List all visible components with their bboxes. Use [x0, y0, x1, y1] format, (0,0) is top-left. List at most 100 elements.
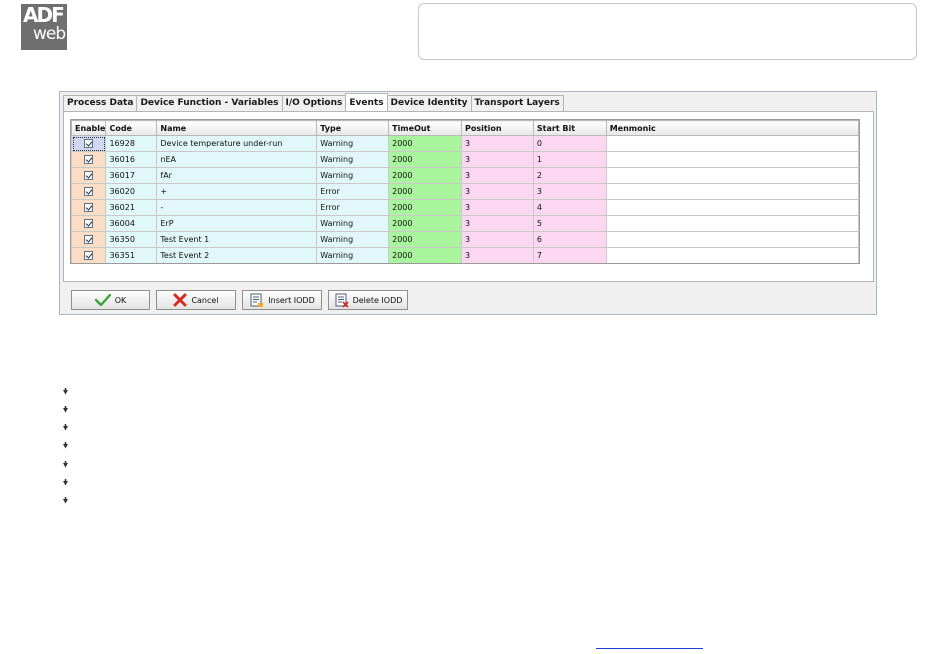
code-cell[interactable]: 36016 [105, 151, 158, 168]
startbit-cell[interactable]: 7 [532, 247, 607, 263]
table-row[interactable]: 36021 - Error 2000 3 4 [71, 199, 859, 216]
enable-cell[interactable] [71, 231, 107, 248]
insert-iodd-button-label: Insert IODD [268, 295, 315, 305]
mnemonic-cell[interactable] [605, 151, 859, 168]
enable-cell[interactable] [71, 183, 107, 200]
enable-checkbox[interactable] [84, 187, 94, 196]
type-cell[interactable]: Warning [316, 135, 390, 152]
startbit-cell[interactable]: 2 [532, 167, 607, 184]
type-cell[interactable]: Warning [316, 215, 390, 232]
enable-checkbox[interactable] [84, 139, 94, 148]
tab-events[interactable]: Events [345, 93, 388, 111]
name-cell[interactable]: fAr [156, 167, 318, 184]
table-row[interactable]: 36004 ErP Warning 2000 3 5 [71, 215, 859, 232]
timeout-cell[interactable]: 2000 [388, 231, 462, 248]
tab-device-function-variables[interactable]: Device Function - Variables [136, 95, 283, 111]
timeout-cell[interactable]: 2000 [388, 167, 462, 184]
type-cell[interactable]: Warning [316, 247, 390, 263]
enable-checkbox[interactable] [84, 235, 94, 244]
name-cell[interactable]: Test Event 1 [156, 231, 318, 248]
col-header-position[interactable]: Position [460, 120, 534, 136]
enable-cell[interactable] [71, 199, 107, 216]
col-header-type[interactable]: Type [316, 120, 390, 136]
code-cell[interactable]: 36351 [105, 247, 158, 263]
enable-checkbox[interactable] [84, 203, 94, 212]
table-row[interactable]: 36016 nEA Warning 2000 3 1 [71, 151, 859, 168]
col-header-enable[interactable]: Enable [71, 120, 107, 136]
mnemonic-cell[interactable] [605, 135, 859, 152]
timeout-cell[interactable]: 2000 [388, 135, 462, 152]
enable-checkbox[interactable] [84, 219, 94, 228]
startbit-cell[interactable]: 5 [532, 215, 607, 232]
mnemonic-cell[interactable] [605, 167, 859, 184]
delete-iodd-button[interactable]: Delete IODD [328, 290, 408, 310]
timeout-cell[interactable]: 2000 [388, 215, 462, 232]
name-cell[interactable]: Device temperature under-run [156, 135, 318, 152]
type-cell[interactable]: Error [316, 183, 390, 200]
table-row[interactable]: 36020 + Error 2000 3 3 [71, 183, 859, 200]
type-cell[interactable]: Warning [316, 167, 390, 184]
position-cell[interactable]: 3 [460, 151, 534, 168]
mnemonic-cell[interactable] [605, 183, 859, 200]
code-cell[interactable]: 36021 [105, 199, 158, 216]
name-cell[interactable]: nEA [156, 151, 318, 168]
position-cell[interactable]: 3 [460, 215, 534, 232]
tab-device-identity[interactable]: Device Identity [386, 95, 472, 111]
cancel-button[interactable]: Cancel [156, 290, 236, 310]
col-header-code[interactable]: Code [105, 120, 158, 136]
enable-checkbox[interactable] [84, 171, 94, 180]
position-cell[interactable]: 3 [460, 167, 534, 184]
table-row[interactable]: 16928 Device temperature under-run Warni… [71, 135, 859, 152]
enable-checkbox[interactable] [84, 155, 94, 164]
enable-cell[interactable] [71, 135, 107, 152]
startbit-cell[interactable]: 6 [532, 231, 607, 248]
name-cell[interactable]: Test Event 2 [156, 247, 318, 263]
position-cell[interactable]: 3 [460, 231, 534, 248]
enable-cell[interactable] [71, 247, 107, 263]
hyperlink-underline[interactable] [596, 648, 703, 649]
table-row[interactable]: 36351 Test Event 2 Warning 2000 3 7 [71, 247, 859, 263]
type-cell[interactable]: Warning [316, 151, 390, 168]
startbit-cell[interactable]: 1 [532, 151, 607, 168]
type-cell[interactable]: Error [316, 199, 390, 216]
code-cell[interactable]: 36020 [105, 183, 158, 200]
mnemonic-cell[interactable] [605, 247, 859, 263]
type-cell[interactable]: Warning [316, 231, 390, 248]
startbit-cell[interactable]: 0 [532, 135, 607, 152]
mnemonic-cell[interactable] [605, 199, 859, 216]
code-cell[interactable]: 36017 [105, 167, 158, 184]
col-header-name[interactable]: Name [156, 120, 318, 136]
startbit-cell[interactable]: 3 [532, 183, 607, 200]
name-cell[interactable]: - [156, 199, 318, 216]
tab-process-data[interactable]: Process Data [63, 95, 138, 111]
startbit-cell[interactable]: 4 [532, 199, 607, 216]
insert-iodd-button[interactable]: Insert IODD [242, 290, 322, 310]
code-cell[interactable]: 36350 [105, 231, 158, 248]
timeout-cell[interactable]: 2000 [388, 183, 462, 200]
col-header-timeout[interactable]: TimeOut [388, 120, 462, 136]
position-cell[interactable]: 3 [460, 199, 534, 216]
code-cell[interactable]: 36004 [105, 215, 158, 232]
position-cell[interactable]: 3 [460, 247, 534, 263]
name-cell[interactable]: ErP [156, 215, 318, 232]
mnemonic-cell[interactable] [605, 215, 859, 232]
table-row[interactable]: 36017 fAr Warning 2000 3 2 [71, 167, 859, 184]
name-cell[interactable]: + [156, 183, 318, 200]
tab-io-options[interactable]: I/O Options [281, 95, 347, 111]
position-cell[interactable]: 3 [460, 183, 534, 200]
ok-button[interactable]: OK [71, 290, 150, 310]
enable-cell[interactable] [71, 151, 107, 168]
table-row[interactable]: 36350 Test Event 1 Warning 2000 3 6 [71, 231, 859, 248]
timeout-cell[interactable]: 2000 [388, 247, 462, 263]
timeout-cell[interactable]: 2000 [388, 151, 462, 168]
enable-checkbox[interactable] [84, 251, 94, 260]
col-header-mnemonic[interactable]: Menmonic [605, 120, 859, 136]
timeout-cell[interactable]: 2000 [388, 199, 462, 216]
code-cell[interactable]: 16928 [105, 135, 158, 152]
enable-cell[interactable] [71, 167, 107, 184]
col-header-startbit[interactable]: Start Bit [532, 120, 607, 136]
position-cell[interactable]: 3 [460, 135, 534, 152]
mnemonic-cell[interactable] [605, 231, 859, 248]
enable-cell[interactable] [71, 215, 107, 232]
tab-transport-layers[interactable]: Transport Layers [470, 95, 564, 111]
